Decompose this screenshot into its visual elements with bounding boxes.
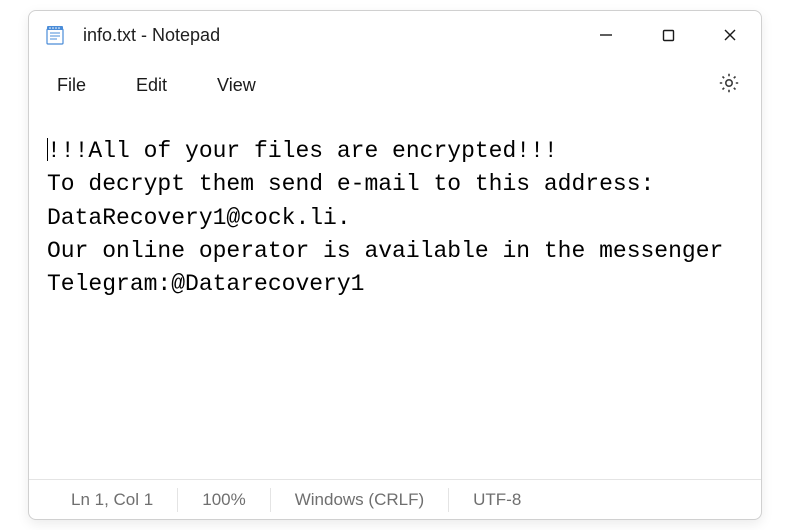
document-text: !!!All of your files are encrypted!!! To…: [47, 138, 737, 297]
menubar: File Edit View: [29, 59, 761, 113]
status-zoom: 100%: [178, 488, 270, 512]
gear-icon: [717, 71, 741, 100]
notepad-window: info.txt - Notepad File Edit View: [28, 10, 762, 520]
window-title: info.txt - Notepad: [83, 25, 575, 46]
titlebar: info.txt - Notepad: [29, 11, 761, 59]
menu-edit[interactable]: Edit: [120, 67, 183, 104]
text-editor-area[interactable]: !!!All of your files are encrypted!!! To…: [29, 113, 761, 479]
close-button[interactable]: [699, 11, 761, 59]
status-encoding: UTF-8: [449, 488, 545, 512]
status-line-ending: Windows (CRLF): [271, 488, 449, 512]
status-cursor-position: Ln 1, Col 1: [35, 488, 178, 512]
settings-button[interactable]: [709, 66, 749, 106]
menu-view[interactable]: View: [201, 67, 272, 104]
minimize-button[interactable]: [575, 11, 637, 59]
statusbar: Ln 1, Col 1 100% Windows (CRLF) UTF-8: [29, 479, 761, 519]
menu-file[interactable]: File: [41, 67, 102, 104]
notepad-app-icon: [43, 23, 67, 47]
window-controls: [575, 11, 761, 59]
maximize-button[interactable]: [637, 11, 699, 59]
